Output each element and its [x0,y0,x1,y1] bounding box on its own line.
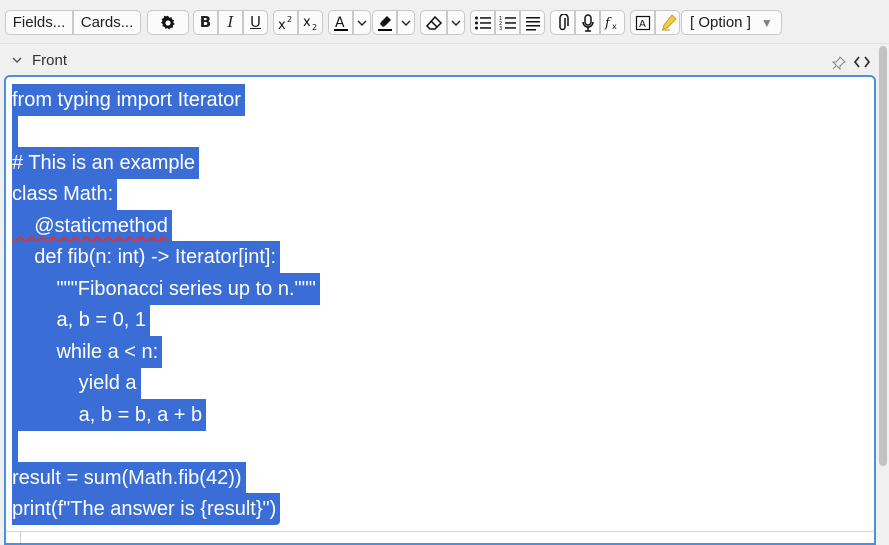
selected-text: class Math: [12,178,118,210]
field-divider [6,531,874,532]
option-label: [ Option ] [690,14,751,31]
highlighter-icon [377,15,392,31]
fields-button[interactable]: Fields... [5,10,73,35]
selected-text: while a < n: [12,336,163,368]
scrollbar-thumb[interactable] [879,46,887,466]
svg-text:3: 3 [499,26,502,31]
chevron-down-icon [401,20,411,26]
text-color-dropdown[interactable] [353,10,371,35]
function-icon: fx [604,16,617,31]
text-box-icon: A [635,15,650,30]
settings-button[interactable] [147,10,189,35]
next-field-edge [20,532,21,543]
selected-text: a, b = b, a + b [12,399,207,431]
selected-text: """Fibonacci series up to n.""" [12,273,320,305]
math-button[interactable]: fx [600,10,625,35]
selected-text [12,430,18,462]
underline-button[interactable]: U [243,10,268,35]
svg-text:A: A [335,15,345,31]
align-left-icon [525,16,540,30]
code-line: a, b = b, a + b [12,399,207,431]
microphone-icon [581,13,594,32]
selected-text: def fib(n: int) -> Iterator[int]: [12,241,280,273]
eraser-dropdown[interactable] [447,10,465,35]
selected-text: print(f"The answer is {result}") [12,493,281,525]
selected-text [12,115,18,147]
paperclip-icon [558,13,569,30]
vertical-scrollbar[interactable] [877,44,889,540]
selected-text: from typing import Iterator [12,84,245,116]
code-line: while a < n: [12,336,163,368]
alignment-button[interactable] [520,10,545,35]
svg-text:f: f [604,16,612,31]
superscript-button[interactable]: x 2 [273,10,298,35]
highlight-button[interactable] [372,10,397,35]
svg-text:x: x [612,22,617,31]
front-field-editor[interactable]: from typing import Iterator # This is an… [4,75,876,545]
pin-icon[interactable] [832,56,846,70]
numbered-list-icon: 123 [499,16,516,31]
svg-text:A: A [639,19,646,30]
code-line: # This is an example [12,147,200,179]
svg-text:2: 2 [312,23,317,31]
code-line: from typing import Iterator [12,84,245,116]
superscript-icon: x 2 [278,15,292,31]
code-line: """Fibonacci series up to n.""" [12,273,320,305]
subscript-button[interactable]: x 2 [298,10,323,35]
chevron-down-icon [451,20,461,26]
code-line: yield a [12,367,141,399]
chevron-down-icon [357,20,367,26]
html-editor-button[interactable]: A [630,10,655,35]
svg-text:x: x [303,15,311,30]
svg-text:x: x [278,18,286,31]
cards-button[interactable]: Cards... [73,10,141,35]
gear-icon [161,15,175,29]
field-name: Front [32,52,68,69]
attach-button[interactable] [550,10,575,35]
numbered-list-button[interactable]: 123 [495,10,520,35]
highlight-pen-button[interactable] [655,10,680,35]
editor-toolbar: Fields... Cards... B I U x 2 x 2 A 1 2 3… [0,0,889,44]
eraser-button[interactable] [420,10,447,35]
text-color-icon: A [333,15,348,31]
code-line: print(f"The answer is {result}") [12,493,281,525]
collapse-chevron-icon[interactable] [11,56,23,64]
code-line: result = sum(Math.fib(42)) [12,462,246,494]
selected-text: result = sum(Math.fib(42)) [12,462,246,494]
svg-text:2: 2 [287,15,292,24]
code-line: def fib(n: int) -> Iterator[int]: [12,241,280,273]
selected-text: # This is an example [12,147,200,179]
italic-button[interactable]: I [218,10,243,35]
code-line [12,430,18,462]
bold-button[interactable]: B [193,10,218,35]
field-header: Front [0,44,889,76]
dropdown-arrow-icon: ▼ [760,15,773,30]
bullet-list-icon [474,16,491,29]
code-toggle-icon[interactable] [854,56,870,68]
bullet-list-button[interactable] [470,10,495,35]
option-dropdown[interactable]: [ Option ] ▼ [681,10,782,35]
eraser-icon [425,15,442,30]
record-audio-button[interactable] [575,10,600,35]
subscript-icon: x 2 [303,15,317,31]
code-line: class Math: [12,178,118,210]
magic-pen-icon [661,13,677,31]
code-line: @staticmethod [12,210,172,242]
text-color-button[interactable]: A [328,10,353,35]
code-line: a, b = 0, 1 [12,304,150,336]
selected-text: @staticmethod [12,210,172,242]
code-line [12,115,18,147]
selected-text: yield a [12,367,141,399]
selected-text: a, b = 0, 1 [12,304,150,336]
highlight-dropdown[interactable] [397,10,415,35]
